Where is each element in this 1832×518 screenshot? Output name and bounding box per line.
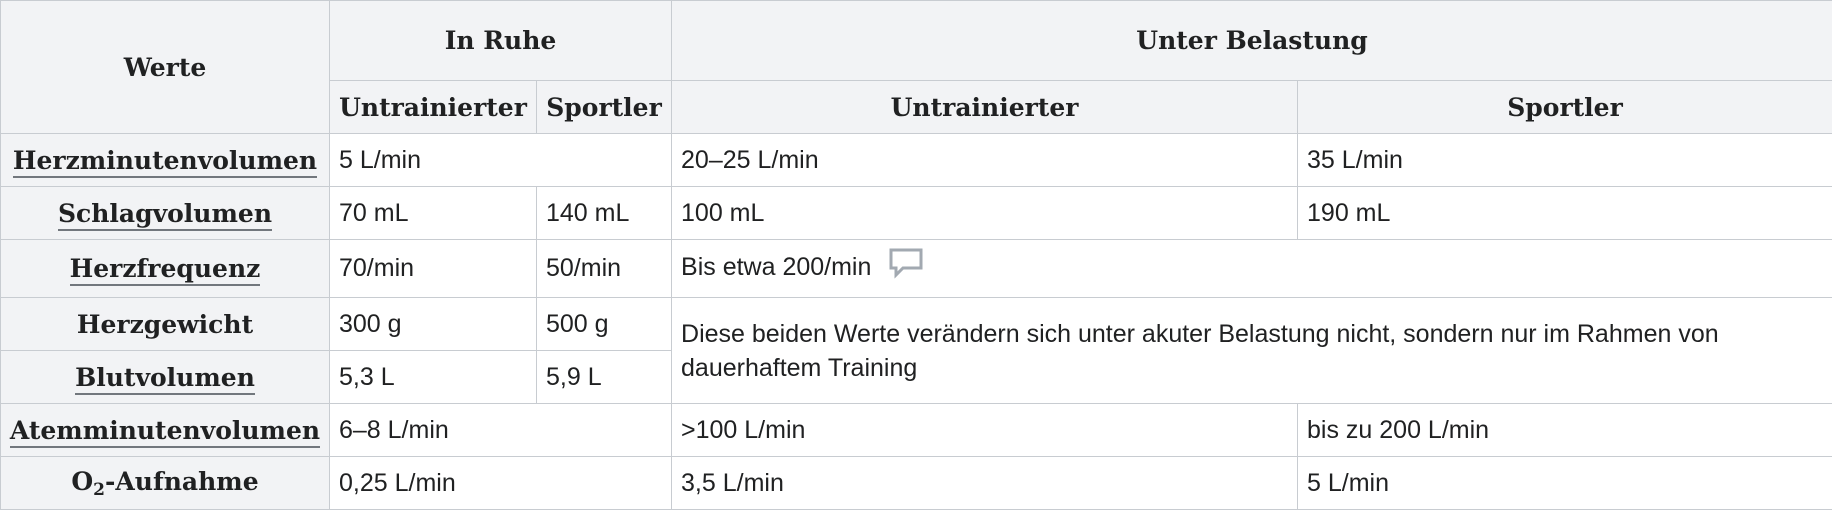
header-in-ruhe: In Ruhe [328, 0, 673, 81]
header-belastung-untrainierter: Untrainierter [671, 80, 1299, 134]
cell-atemminutenvolumen-belastung-sportler: bis zu 200 L/min [1297, 403, 1832, 457]
cell-herzfrequenz-ruhe-sportler: 50/min [535, 239, 673, 298]
cell-herzgewicht-ruhe-untrainierter: 300 g [329, 297, 537, 351]
herzfrequenz-belastung-value: Bis etwa 200/min [681, 253, 872, 282]
cell-schlagvolumen-ruhe-untrainierter: 70 mL [329, 186, 537, 240]
table-row: Herzfrequenz 70/min 50/min Bis etwa 200/… [0, 239, 1832, 298]
table-row: O2-Aufnahme 0,25 L/min 3,5 L/min 5 L/min [0, 456, 1832, 510]
cell-atemminutenvolumen-belastung-untrainierter: >100 L/min [671, 403, 1299, 457]
cell-herzminutenvolumen-belastung-untrainierter: 20–25 L/min [671, 133, 1299, 187]
atemminutenvolumen-link[interactable]: Atemminutenvolumen [9, 415, 321, 448]
table-row: Atemminutenvolumen 6–8 L/min >100 L/min … [0, 403, 1832, 457]
row-header-herzfrequenz: Herzfrequenz [0, 239, 330, 298]
o2-label-suffix: -Aufnahme [105, 466, 259, 496]
row-header-herzgewicht: Herzgewicht [0, 297, 330, 351]
row-header-schlagvolumen: Schlagvolumen [0, 186, 330, 240]
row-header-blutvolumen: Blutvolumen [0, 350, 330, 404]
cell-o2-aufnahme-ruhe: 0,25 L/min [328, 456, 673, 510]
o2-label-subscript: 2 [93, 479, 105, 500]
header-belastung-sportler: Sportler [1297, 80, 1832, 134]
comparison-table: Werte In Ruhe Unter Belastung Untrainier… [0, 0, 1832, 510]
header-ruhe-sportler: Sportler [535, 80, 673, 134]
cell-belastung-note: Diese beiden Werte verändern sich unter … [671, 297, 1832, 404]
cell-schlagvolumen-ruhe-sportler: 140 mL [535, 186, 673, 240]
herzminutenvolumen-link[interactable]: Herzminutenvolumen [12, 145, 318, 178]
row-header-herzminutenvolumen: Herzminutenvolumen [0, 133, 330, 187]
schlagvolumen-link[interactable]: Schlagvolumen [57, 198, 273, 231]
herzfrequenz-link[interactable]: Herzfrequenz [69, 254, 261, 286]
header-ruhe-untrainierter: Untrainierter [329, 80, 537, 134]
cell-o2-aufnahme-belastung-sportler: 5 L/min [1297, 456, 1832, 510]
table-row: Schlagvolumen 70 mL 140 mL 100 mL 190 mL [0, 186, 1832, 240]
cell-herzminutenvolumen-ruhe: 5 L/min [328, 133, 673, 187]
row-header-atemminutenvolumen: Atemminutenvolumen [0, 403, 330, 457]
speech-bubble-icon[interactable] [888, 247, 924, 286]
cell-blutvolumen-ruhe-untrainierter: 5,3 L [329, 350, 537, 404]
cell-herzfrequenz-ruhe-untrainierter: 70/min [329, 239, 537, 298]
table-row: Herzminutenvolumen 5 L/min 20–25 L/min 3… [0, 133, 1832, 187]
header-row-1: Werte In Ruhe Unter Belastung [0, 0, 1832, 134]
cell-herzfrequenz-belastung: Bis etwa 200/min [671, 239, 1832, 298]
row-header-o2-aufnahme: O2-Aufnahme [0, 456, 330, 510]
table-row: Herzgewicht 300 g 500 g Diese beiden Wer… [0, 297, 1832, 404]
cell-schlagvolumen-belastung-untrainierter: 100 mL [671, 186, 1299, 240]
cell-schlagvolumen-belastung-sportler: 190 mL [1297, 186, 1832, 240]
blutvolumen-link[interactable]: Blutvolumen [75, 362, 255, 395]
o2-label-prefix: O [71, 466, 94, 496]
cell-o2-aufnahme-belastung-untrainierter: 3,5 L/min [671, 456, 1299, 510]
cell-herzminutenvolumen-belastung-sportler: 35 L/min [1297, 133, 1832, 187]
cell-herzgewicht-ruhe-sportler: 500 g [535, 297, 673, 351]
cell-blutvolumen-ruhe-sportler: 5,9 L [535, 350, 673, 404]
header-unter-belastung: Unter Belastung [671, 0, 1832, 81]
cell-atemminutenvolumen-ruhe: 6–8 L/min [328, 403, 673, 457]
header-werte: Werte [0, 0, 330, 134]
